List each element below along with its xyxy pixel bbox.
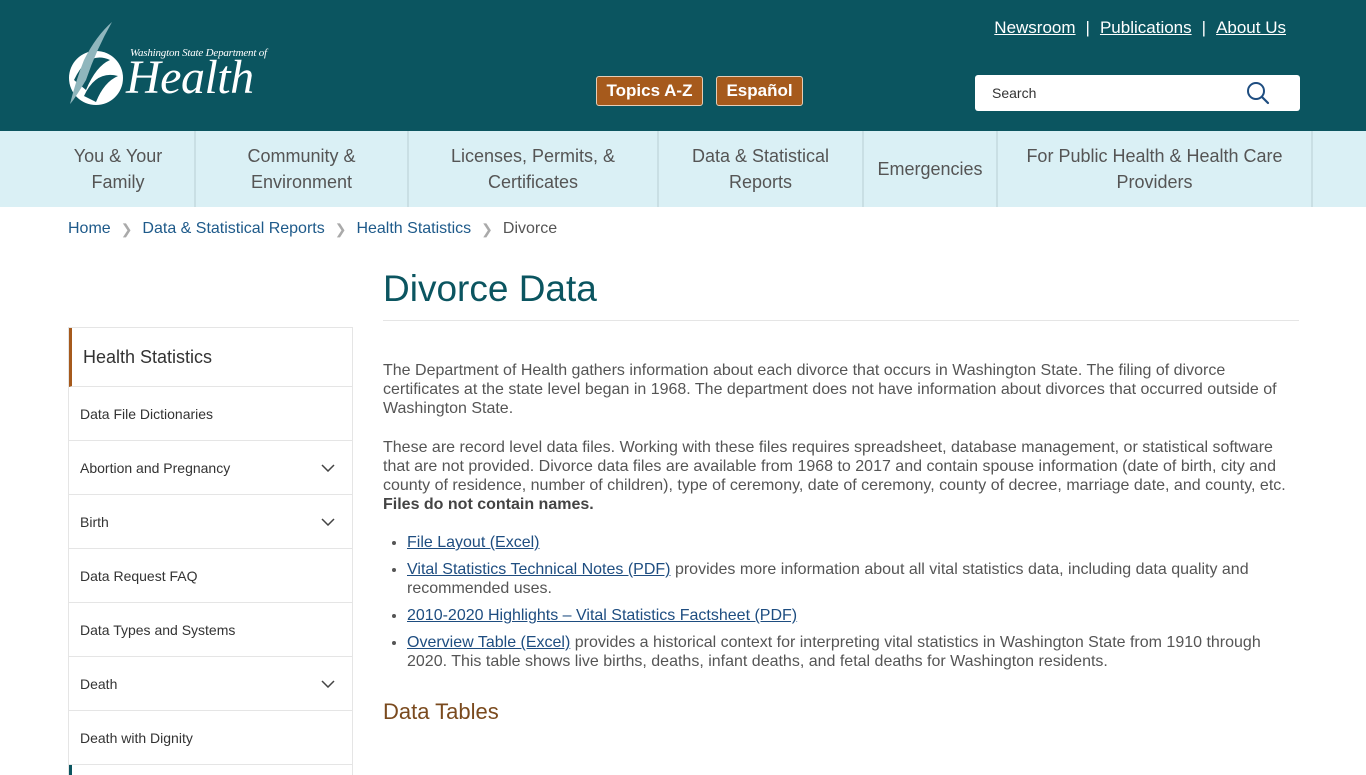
sidebar-item-label: Death with Dignity (80, 729, 193, 746)
highlights-factsheet-link[interactable]: 2010-2020 Highlights – Vital Statistics … (407, 607, 797, 624)
sidebar-nav: Health Statistics Data File Dictionaries… (68, 327, 353, 775)
no-names-note: Files do not contain names. (383, 496, 594, 513)
nav-item-you-your-family[interactable]: You & Your Family (42, 131, 196, 207)
chevron-right-icon: ❯ (481, 220, 493, 237)
nav-item-community-environment[interactable]: Community & Environment (196, 131, 409, 207)
breadcrumb: Home ❯ Data & Statistical Reports ❯ Heal… (68, 220, 557, 238)
nav-item-emergencies[interactable]: Emergencies (864, 131, 998, 207)
sidebar-item-birth[interactable]: Birth (69, 495, 352, 549)
chevron-down-icon[interactable] (321, 679, 335, 688)
chevron-right-icon: ❯ (120, 220, 133, 237)
data-files-text: These are record level data files. Worki… (383, 439, 1286, 494)
sidebar-item-label: Birth (80, 513, 109, 530)
nav-item-label: For Public Health & Health Care Provider… (1026, 146, 1283, 192)
nav-item-public-health-providers[interactable]: For Public Health & Health Care Provider… (998, 131, 1313, 207)
main-nav: You & Your Family Community & Environmen… (0, 131, 1366, 207)
list-item: File Layout (Excel) (407, 533, 1299, 552)
file-layout-link[interactable]: File Layout (Excel) (407, 534, 540, 551)
nav-item-label: Licenses, Permits, & Certificates (450, 146, 616, 192)
chevron-down-icon[interactable] (321, 517, 335, 526)
resource-links-list: File Layout (Excel) Vital Statistics Tec… (383, 533, 1299, 671)
publications-link[interactable]: Publications (1100, 18, 1192, 38)
sidebar-item-abortion-pregnancy[interactable]: Abortion and Pregnancy (69, 441, 352, 495)
intro-paragraph: The Department of Health gathers informa… (383, 362, 1277, 417)
doh-logo[interactable]: Washington State Department of Health (66, 20, 267, 106)
list-item: Vital Statistics Technical Notes (PDF) p… (407, 560, 1299, 598)
nav-item-licenses-permits[interactable]: Licenses, Permits, & Certificates (409, 131, 659, 207)
separator: | (1201, 18, 1207, 37)
technical-notes-link[interactable]: Vital Statistics Technical Notes (PDF) (407, 561, 671, 578)
overview-table-link[interactable]: Overview Table (Excel) (407, 634, 570, 651)
sidebar-item-data-types-systems[interactable]: Data Types and Systems (69, 603, 352, 657)
nav-item-label: You & Your Family (73, 146, 163, 192)
sidebar-item-label: Data Request FAQ (80, 567, 198, 584)
breadcrumb-health-statistics[interactable]: Health Statistics (356, 220, 471, 238)
chevron-down-icon[interactable] (321, 463, 335, 472)
sidebar-item-label: Abortion and Pregnancy (80, 459, 231, 476)
sidebar-item-data-request-faq[interactable]: Data Request FAQ (69, 549, 352, 603)
separator: | (1085, 18, 1090, 37)
sidebar-item-death[interactable]: Death (69, 657, 352, 711)
site-header: Washington State Department of Health Ne… (0, 0, 1366, 131)
sidebar-item-death-with-dignity[interactable]: Death with Dignity (69, 711, 352, 765)
list-item: 2010-2020 Highlights – Vital Statistics … (407, 606, 1299, 625)
sidebar-item-label: Data Types and Systems (80, 621, 236, 638)
utility-links: Newsroom | Publications | About Us (994, 18, 1286, 38)
newsroom-link[interactable]: Newsroom (994, 18, 1075, 38)
page-title: Divorce Data (383, 266, 1299, 321)
nav-item-label: Community & Environment (247, 146, 356, 192)
breadcrumb-current: Divorce (502, 220, 558, 237)
sidebar-item-active-partial[interactable] (69, 765, 352, 775)
data-files-paragraph: These are record level data files. Worki… (383, 438, 1299, 514)
topics-a-z-button[interactable]: Topics A-Z (596, 76, 703, 106)
logo-health-text: Health (126, 51, 254, 104)
logo-emblem-icon (69, 22, 123, 105)
breadcrumb-data-statistical-reports[interactable]: Data & Statistical Reports (142, 220, 324, 238)
sidebar-item-label: Data File Dictionaries (80, 405, 214, 422)
sidebar-item-data-file-dictionaries[interactable]: Data File Dictionaries (69, 387, 352, 441)
search-input[interactable] (975, 75, 1235, 111)
espanol-button[interactable]: Español (716, 76, 803, 106)
sidebar-item-label: Death (80, 675, 118, 692)
main-content: Divorce Data The Department of Health ga… (383, 266, 1299, 725)
sidebar-title[interactable]: Health Statistics (69, 328, 352, 387)
breadcrumb-home[interactable]: Home (68, 220, 111, 238)
nav-item-label: Emergencies (877, 159, 983, 179)
search-button[interactable] (1246, 81, 1272, 105)
search-icon (1247, 82, 1270, 105)
nav-item-data-statistical-reports[interactable]: Data & Statistical Reports (659, 131, 864, 207)
nav-item-label: Data & Statistical Reports (691, 146, 830, 192)
about-us-link[interactable]: About Us (1216, 18, 1286, 38)
list-item: Overview Table (Excel) provides a histor… (407, 633, 1299, 671)
data-tables-heading: Data Tables (383, 699, 499, 724)
search-box (975, 75, 1300, 111)
chevron-right-icon: ❯ (334, 220, 347, 237)
